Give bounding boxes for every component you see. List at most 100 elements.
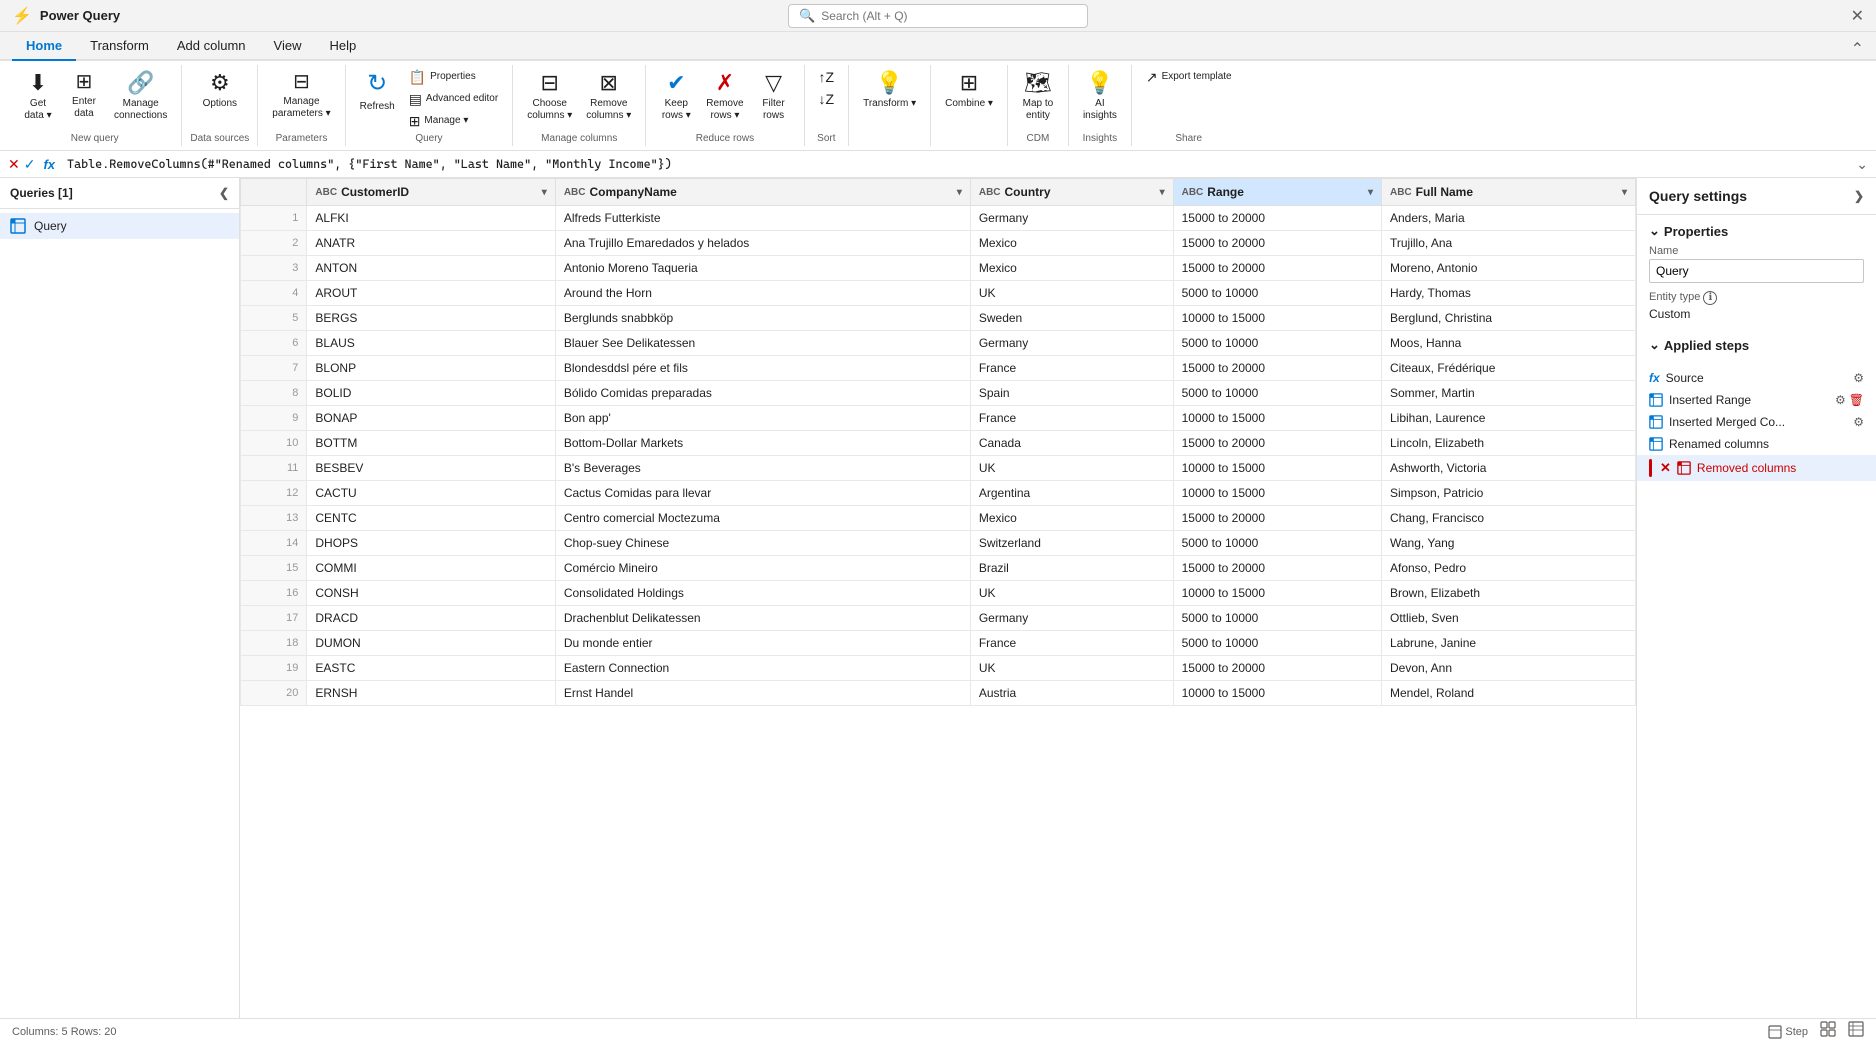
export-template-button[interactable]: ↗ Export template <box>1140 67 1238 88</box>
table-row[interactable]: 9 BONAP Bon app' France 10000 to 15000 L… <box>241 406 1636 431</box>
diagram-view-icon[interactable] <box>1820 1021 1836 1042</box>
table-row[interactable]: 5 BERGS Berglunds snabbköp Sweden 10000 … <box>241 306 1636 331</box>
manage-parameters-button[interactable]: ⊟ Manageparameters ▾ <box>266 67 336 123</box>
filter-rows-button[interactable]: ▽ Filterrows <box>752 67 796 125</box>
grid-view-icon[interactable] <box>1848 1021 1864 1042</box>
step-actions[interactable]: ⚙ <box>1853 371 1864 385</box>
sort-desc-button[interactable]: ↓Z <box>813 89 841 110</box>
col-dropdown-country[interactable]: ▾ <box>1160 187 1165 198</box>
tab-add-column[interactable]: Add column <box>163 32 260 61</box>
ribbon-group-items-5: ⊟ Choosecolumns ▾ ⊠ Removecolumns ▾ <box>521 67 637 131</box>
row-number: 14 <box>241 531 307 556</box>
step-item-source[interactable]: fx Source ⚙ <box>1637 367 1876 389</box>
table-row[interactable]: 12 CACTU Cactus Comidas para llevar Arge… <box>241 481 1636 506</box>
table-row[interactable]: 2 ANATR Ana Trujillo Emaredados y helado… <box>241 231 1636 256</box>
step-item-inserted-range[interactable]: Inserted Range ⚙🗑 <box>1637 389 1876 411</box>
table-row[interactable]: 4 AROUT Around the Horn UK 5000 to 10000… <box>241 281 1636 306</box>
queries-collapse-icon[interactable]: ❮ <box>219 186 229 200</box>
combine-button[interactable]: ⊞ Combine ▾ <box>939 67 999 113</box>
table-row[interactable]: 1 ALFKI Alfreds Futterkiste Germany 1500… <box>241 206 1636 231</box>
settings-expand-icon[interactable]: ❯ <box>1854 189 1864 203</box>
status-columns-rows: Columns: 5 Rows: 20 <box>12 1026 117 1038</box>
step-delete-icon[interactable]: 🗑 <box>1849 393 1864 407</box>
remove-rows-button[interactable]: ✗ Removerows ▾ <box>700 67 749 125</box>
settings-collapse-steps[interactable]: ⌄ <box>1649 337 1660 353</box>
remove-rows-icon: ✗ <box>716 70 734 96</box>
step-gear-icon[interactable]: ⚙ <box>1853 415 1864 429</box>
data-area[interactable]: ABC CustomerID ▾ ABC CompanyName ▾ <box>240 178 1636 1018</box>
col-header-range[interactable]: ABC Range ▾ <box>1173 179 1381 206</box>
ribbon-group-parameters: ⊟ Manageparameters ▾ Parameters <box>258 65 345 146</box>
ribbon-collapse[interactable]: ⌃ <box>1851 39 1864 59</box>
step-label[interactable]: Step <box>1768 1025 1808 1039</box>
settings-collapse-properties[interactable]: ⌄ <box>1649 223 1660 239</box>
table-row[interactable]: 17 DRACD Drachenblut Delikatessen German… <box>241 606 1636 631</box>
table-row[interactable]: 7 BLONP Blondesddsl pére et fils France … <box>241 356 1636 381</box>
cell-companyname: B's Beverages <box>555 456 970 481</box>
data-sources-label: Data sources <box>190 133 249 144</box>
table-row[interactable]: 15 COMMI Comércio Mineiro Brazil 15000 t… <box>241 556 1636 581</box>
table-row[interactable]: 18 DUMON Du monde entier France 5000 to … <box>241 631 1636 656</box>
step-gear-icon[interactable]: ⚙ <box>1853 371 1864 385</box>
col-dropdown-range[interactable]: ▾ <box>1368 187 1373 198</box>
settings-name-label: Name <box>1649 245 1864 257</box>
formula-confirm-icon[interactable]: ✓ <box>24 156 36 173</box>
table-row[interactable]: 8 BOLID Bólido Comidas preparadas Spain … <box>241 381 1636 406</box>
search-bar[interactable]: 🔍 <box>788 4 1088 28</box>
sort-asc-button[interactable]: ↑Z <box>813 67 841 88</box>
col-header-fullname[interactable]: ABC Full Name ▾ <box>1381 179 1635 206</box>
options-button[interactable]: ⚙ Options <box>197 67 243 113</box>
table-row[interactable]: 20 ERNSH Ernst Handel Austria 10000 to 1… <box>241 681 1636 706</box>
query-item-1[interactable]: Query <box>0 213 239 239</box>
ai-insights-button[interactable]: 💡 AIinsights <box>1077 67 1123 125</box>
table-row[interactable]: 16 CONSH Consolidated Holdings UK 10000 … <box>241 581 1636 606</box>
tab-home[interactable]: Home <box>12 32 76 61</box>
cell-range: 5000 to 10000 <box>1173 381 1381 406</box>
map-to-entity-button[interactable]: 🗺 Map toentity <box>1016 67 1060 125</box>
cell-companyname: Antonio Moreno Taqueria <box>555 256 970 281</box>
keep-rows-button[interactable]: ✔ Keeprows ▾ <box>654 67 698 125</box>
col-header-companyname[interactable]: ABC CompanyName ▾ <box>555 179 970 206</box>
col-header-country[interactable]: ABC Country ▾ <box>970 179 1173 206</box>
refresh-button[interactable]: ↻ Refresh <box>354 67 401 116</box>
cell-range: 5000 to 10000 <box>1173 531 1381 556</box>
step-item-renamed-columns[interactable]: Renamed columns <box>1637 433 1876 455</box>
search-input[interactable] <box>821 9 1077 23</box>
col-dropdown-companyname[interactable]: ▾ <box>957 187 962 198</box>
formula-expand-icon[interactable]: ⌄ <box>1856 156 1868 173</box>
step-gear-icon[interactable]: ⚙ <box>1835 393 1846 407</box>
step-actions[interactable]: ⚙🗑 <box>1835 393 1864 407</box>
formula-input[interactable]: Table.RemoveColumns(#"Renamed columns", … <box>63 155 1848 173</box>
formula-cancel-icon[interactable]: ✕ <box>8 156 20 173</box>
choose-columns-button[interactable]: ⊟ Choosecolumns ▾ <box>521 67 578 125</box>
remove-columns-button[interactable]: ⊠ Removecolumns ▾ <box>580 67 637 125</box>
entity-type-info-icon[interactable]: ℹ <box>1703 291 1717 305</box>
manage-connections-button[interactable]: 🔗 Manageconnections <box>108 67 173 125</box>
properties-button[interactable]: 📋 Properties <box>403 67 505 88</box>
get-data-button[interactable]: ⬇ Getdata ▾ <box>16 67 60 125</box>
settings-name-input[interactable] <box>1649 259 1864 283</box>
enter-data-button[interactable]: ⊞ Enterdata <box>62 67 106 123</box>
col-dropdown-customerid[interactable]: ▾ <box>542 187 547 198</box>
tab-transform[interactable]: Transform <box>76 32 163 61</box>
sort-asc-icon: ↑Z <box>819 69 835 86</box>
manage-button[interactable]: ⊞ Manage ▾ <box>403 111 505 132</box>
close-button[interactable]: ✕ <box>1851 6 1864 26</box>
table-row[interactable]: 10 BOTTM Bottom-Dollar Markets Canada 15… <box>241 431 1636 456</box>
cell-range: 10000 to 15000 <box>1173 456 1381 481</box>
table-row[interactable]: 3 ANTON Antonio Moreno Taqueria Mexico 1… <box>241 256 1636 281</box>
step-item-removed-columns[interactable]: ✕ Removed columns <box>1637 455 1876 481</box>
table-row[interactable]: 6 BLAUS Blauer See Delikatessen Germany … <box>241 331 1636 356</box>
table-row[interactable]: 13 CENTC Centro comercial Moctezuma Mexi… <box>241 506 1636 531</box>
tab-help[interactable]: Help <box>315 32 370 61</box>
col-dropdown-fullname[interactable]: ▾ <box>1622 187 1627 198</box>
step-item-inserted-merged[interactable]: Inserted Merged Co... ⚙ <box>1637 411 1876 433</box>
table-row[interactable]: 19 EASTC Eastern Connection UK 15000 to … <box>241 656 1636 681</box>
tab-view[interactable]: View <box>260 32 316 61</box>
advanced-editor-button[interactable]: ▤ Advanced editor <box>403 89 505 110</box>
table-row[interactable]: 14 DHOPS Chop-suey Chinese Switzerland 5… <box>241 531 1636 556</box>
col-header-customerid[interactable]: ABC CustomerID ▾ <box>307 179 555 206</box>
step-actions[interactable]: ⚙ <box>1853 415 1864 429</box>
transform-button[interactable]: 💡 Transform ▾ <box>857 67 922 113</box>
table-row[interactable]: 11 BESBEV B's Beverages UK 10000 to 1500… <box>241 456 1636 481</box>
